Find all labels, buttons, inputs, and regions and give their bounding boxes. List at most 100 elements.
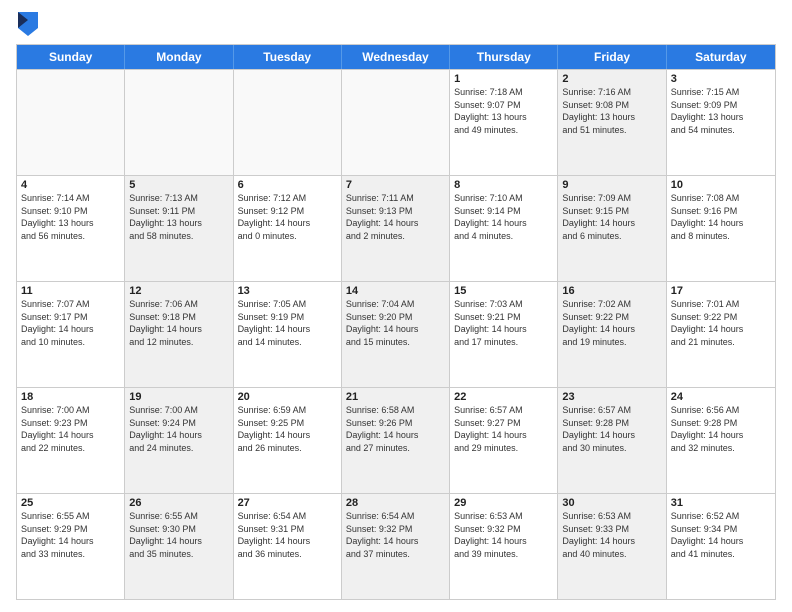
- header-day-monday: Monday: [125, 45, 233, 69]
- calendar-cell: 4Sunrise: 7:14 AM Sunset: 9:10 PM Daylig…: [17, 176, 125, 281]
- calendar-cell: 9Sunrise: 7:09 AM Sunset: 9:15 PM Daylig…: [558, 176, 666, 281]
- calendar-cell: 18Sunrise: 7:00 AM Sunset: 9:23 PM Dayli…: [17, 388, 125, 493]
- calendar-week-4: 18Sunrise: 7:00 AM Sunset: 9:23 PM Dayli…: [17, 387, 775, 493]
- calendar-cell: [125, 70, 233, 175]
- calendar-cell: 13Sunrise: 7:05 AM Sunset: 9:19 PM Dayli…: [234, 282, 342, 387]
- calendar-cell: 7Sunrise: 7:11 AM Sunset: 9:13 PM Daylig…: [342, 176, 450, 281]
- cell-info: Sunrise: 7:11 AM Sunset: 9:13 PM Dayligh…: [346, 192, 445, 242]
- day-number: 28: [346, 497, 445, 509]
- day-number: 25: [21, 497, 120, 509]
- calendar-cell: [17, 70, 125, 175]
- day-number: 26: [129, 497, 228, 509]
- calendar-cell: 26Sunrise: 6:55 AM Sunset: 9:30 PM Dayli…: [125, 494, 233, 599]
- day-number: 8: [454, 179, 553, 191]
- cell-info: Sunrise: 7:15 AM Sunset: 9:09 PM Dayligh…: [671, 86, 771, 136]
- cell-info: Sunrise: 7:14 AM Sunset: 9:10 PM Dayligh…: [21, 192, 120, 242]
- cell-info: Sunrise: 7:18 AM Sunset: 9:07 PM Dayligh…: [454, 86, 553, 136]
- cell-info: Sunrise: 7:10 AM Sunset: 9:14 PM Dayligh…: [454, 192, 553, 242]
- calendar-week-1: 1Sunrise: 7:18 AM Sunset: 9:07 PM Daylig…: [17, 69, 775, 175]
- calendar-cell: [234, 70, 342, 175]
- calendar-cell: 29Sunrise: 6:53 AM Sunset: 9:32 PM Dayli…: [450, 494, 558, 599]
- header-day-tuesday: Tuesday: [234, 45, 342, 69]
- day-number: 4: [21, 179, 120, 191]
- calendar-cell: 8Sunrise: 7:10 AM Sunset: 9:14 PM Daylig…: [450, 176, 558, 281]
- day-number: 21: [346, 391, 445, 403]
- day-number: 16: [562, 285, 661, 297]
- day-number: 12: [129, 285, 228, 297]
- logo-icon: [18, 12, 38, 36]
- day-number: 18: [21, 391, 120, 403]
- calendar-cell: 5Sunrise: 7:13 AM Sunset: 9:11 PM Daylig…: [125, 176, 233, 281]
- day-number: 2: [562, 73, 661, 85]
- calendar-cell: 2Sunrise: 7:16 AM Sunset: 9:08 PM Daylig…: [558, 70, 666, 175]
- calendar-cell: 21Sunrise: 6:58 AM Sunset: 9:26 PM Dayli…: [342, 388, 450, 493]
- calendar-cell: 30Sunrise: 6:53 AM Sunset: 9:33 PM Dayli…: [558, 494, 666, 599]
- cell-info: Sunrise: 6:55 AM Sunset: 9:30 PM Dayligh…: [129, 510, 228, 560]
- day-number: 6: [238, 179, 337, 191]
- calendar-cell: [342, 70, 450, 175]
- header-day-friday: Friday: [558, 45, 666, 69]
- cell-info: Sunrise: 6:57 AM Sunset: 9:27 PM Dayligh…: [454, 404, 553, 454]
- cell-info: Sunrise: 7:00 AM Sunset: 9:24 PM Dayligh…: [129, 404, 228, 454]
- day-number: 22: [454, 391, 553, 403]
- calendar-cell: 6Sunrise: 7:12 AM Sunset: 9:12 PM Daylig…: [234, 176, 342, 281]
- page: SundayMondayTuesdayWednesdayThursdayFrid…: [0, 0, 792, 612]
- day-number: 10: [671, 179, 771, 191]
- day-number: 17: [671, 285, 771, 297]
- calendar-cell: 3Sunrise: 7:15 AM Sunset: 9:09 PM Daylig…: [667, 70, 775, 175]
- day-number: 31: [671, 497, 771, 509]
- day-number: 9: [562, 179, 661, 191]
- header-day-saturday: Saturday: [667, 45, 775, 69]
- day-number: 15: [454, 285, 553, 297]
- cell-info: Sunrise: 6:53 AM Sunset: 9:33 PM Dayligh…: [562, 510, 661, 560]
- day-number: 1: [454, 73, 553, 85]
- day-number: 27: [238, 497, 337, 509]
- calendar-cell: 25Sunrise: 6:55 AM Sunset: 9:29 PM Dayli…: [17, 494, 125, 599]
- calendar-cell: 15Sunrise: 7:03 AM Sunset: 9:21 PM Dayli…: [450, 282, 558, 387]
- calendar-body: 1Sunrise: 7:18 AM Sunset: 9:07 PM Daylig…: [17, 69, 775, 599]
- calendar: SundayMondayTuesdayWednesdayThursdayFrid…: [16, 44, 776, 600]
- calendar-cell: 31Sunrise: 6:52 AM Sunset: 9:34 PM Dayli…: [667, 494, 775, 599]
- calendar-cell: 11Sunrise: 7:07 AM Sunset: 9:17 PM Dayli…: [17, 282, 125, 387]
- cell-info: Sunrise: 7:07 AM Sunset: 9:17 PM Dayligh…: [21, 298, 120, 348]
- cell-info: Sunrise: 7:01 AM Sunset: 9:22 PM Dayligh…: [671, 298, 771, 348]
- cell-info: Sunrise: 7:04 AM Sunset: 9:20 PM Dayligh…: [346, 298, 445, 348]
- calendar-cell: 22Sunrise: 6:57 AM Sunset: 9:27 PM Dayli…: [450, 388, 558, 493]
- cell-info: Sunrise: 7:03 AM Sunset: 9:21 PM Dayligh…: [454, 298, 553, 348]
- calendar-cell: 23Sunrise: 6:57 AM Sunset: 9:28 PM Dayli…: [558, 388, 666, 493]
- cell-info: Sunrise: 6:54 AM Sunset: 9:31 PM Dayligh…: [238, 510, 337, 560]
- cell-info: Sunrise: 6:54 AM Sunset: 9:32 PM Dayligh…: [346, 510, 445, 560]
- day-number: 29: [454, 497, 553, 509]
- calendar-cell: 19Sunrise: 7:00 AM Sunset: 9:24 PM Dayli…: [125, 388, 233, 493]
- calendar-cell: 1Sunrise: 7:18 AM Sunset: 9:07 PM Daylig…: [450, 70, 558, 175]
- calendar-cell: 24Sunrise: 6:56 AM Sunset: 9:28 PM Dayli…: [667, 388, 775, 493]
- header: [16, 12, 776, 36]
- cell-info: Sunrise: 7:06 AM Sunset: 9:18 PM Dayligh…: [129, 298, 228, 348]
- calendar-week-2: 4Sunrise: 7:14 AM Sunset: 9:10 PM Daylig…: [17, 175, 775, 281]
- day-number: 30: [562, 497, 661, 509]
- day-number: 5: [129, 179, 228, 191]
- cell-info: Sunrise: 6:59 AM Sunset: 9:25 PM Dayligh…: [238, 404, 337, 454]
- day-number: 24: [671, 391, 771, 403]
- cell-info: Sunrise: 7:16 AM Sunset: 9:08 PM Dayligh…: [562, 86, 661, 136]
- logo: [16, 12, 42, 36]
- header-day-thursday: Thursday: [450, 45, 558, 69]
- calendar-week-5: 25Sunrise: 6:55 AM Sunset: 9:29 PM Dayli…: [17, 493, 775, 599]
- day-number: 14: [346, 285, 445, 297]
- cell-info: Sunrise: 7:02 AM Sunset: 9:22 PM Dayligh…: [562, 298, 661, 348]
- calendar-cell: 27Sunrise: 6:54 AM Sunset: 9:31 PM Dayli…: [234, 494, 342, 599]
- calendar-cell: 20Sunrise: 6:59 AM Sunset: 9:25 PM Dayli…: [234, 388, 342, 493]
- day-number: 11: [21, 285, 120, 297]
- calendar-week-3: 11Sunrise: 7:07 AM Sunset: 9:17 PM Dayli…: [17, 281, 775, 387]
- calendar-cell: 12Sunrise: 7:06 AM Sunset: 9:18 PM Dayli…: [125, 282, 233, 387]
- day-number: 23: [562, 391, 661, 403]
- cell-info: Sunrise: 6:55 AM Sunset: 9:29 PM Dayligh…: [21, 510, 120, 560]
- cell-info: Sunrise: 7:00 AM Sunset: 9:23 PM Dayligh…: [21, 404, 120, 454]
- cell-info: Sunrise: 6:53 AM Sunset: 9:32 PM Dayligh…: [454, 510, 553, 560]
- calendar-cell: 14Sunrise: 7:04 AM Sunset: 9:20 PM Dayli…: [342, 282, 450, 387]
- day-number: 13: [238, 285, 337, 297]
- calendar-cell: 16Sunrise: 7:02 AM Sunset: 9:22 PM Dayli…: [558, 282, 666, 387]
- day-number: 19: [129, 391, 228, 403]
- day-number: 3: [671, 73, 771, 85]
- day-number: 7: [346, 179, 445, 191]
